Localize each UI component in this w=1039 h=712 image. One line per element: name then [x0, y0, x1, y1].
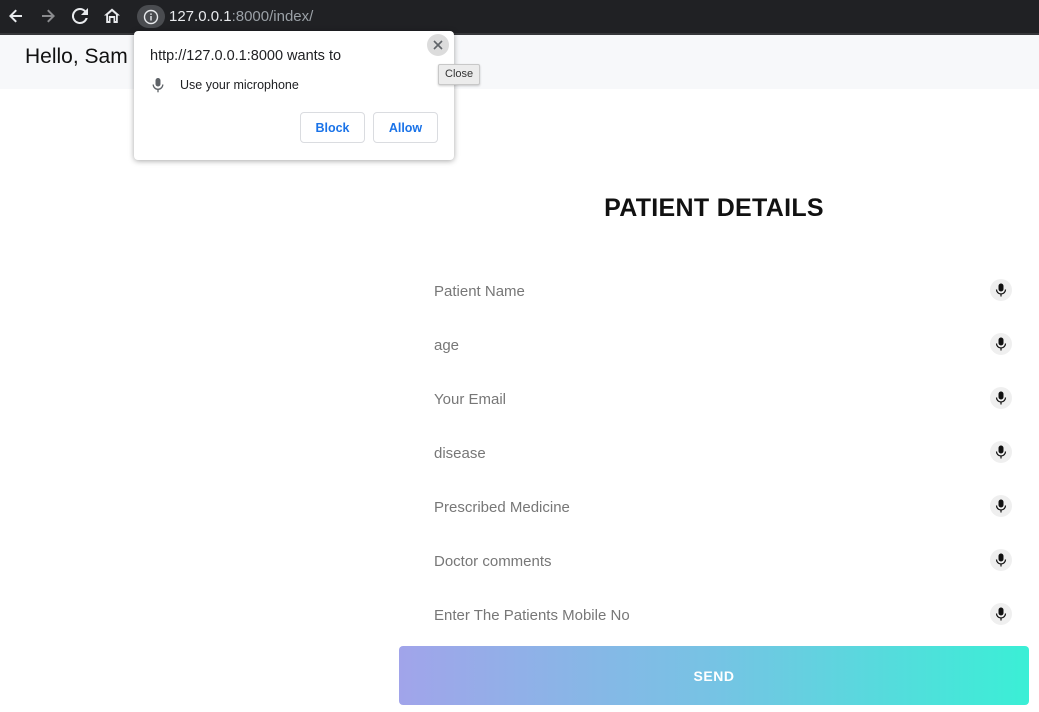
- back-arrow-icon[interactable]: [6, 6, 26, 26]
- close-icon[interactable]: [427, 34, 449, 56]
- permission-text: Use your microphone: [180, 78, 299, 92]
- home-icon[interactable]: [102, 6, 122, 26]
- email-field[interactable]: Your Email: [434, 387, 1014, 445]
- browser-toolbar: 127.0.0.1:8000/index/: [0, 0, 1039, 33]
- prescribed-medicine-placeholder: Prescribed Medicine: [434, 499, 570, 516]
- microphone-icon[interactable]: [990, 333, 1012, 355]
- reload-icon[interactable]: [70, 6, 90, 26]
- allow-button[interactable]: Allow: [373, 112, 438, 143]
- popup-title: http://127.0.0.1:8000 wants to: [150, 48, 342, 64]
- permission-row: Use your microphone: [150, 77, 299, 93]
- send-button-label: SEND: [693, 667, 735, 684]
- url-host: 127.0.0.1: [169, 8, 232, 25]
- prescribed-medicine-field[interactable]: Prescribed Medicine: [434, 495, 1014, 553]
- disease-field[interactable]: disease: [434, 441, 1014, 499]
- age-field[interactable]: age: [434, 333, 1014, 391]
- mobile-number-placeholder: Enter The Patients Mobile No: [434, 607, 630, 624]
- microphone-icon[interactable]: [990, 603, 1012, 625]
- url-path: :8000/index/: [231, 8, 314, 25]
- info-icon[interactable]: [137, 5, 165, 28]
- microphone-icon[interactable]: [990, 441, 1012, 463]
- url-text[interactable]: 127.0.0.1:8000/index/: [169, 8, 313, 25]
- microphone-icon[interactable]: [990, 279, 1012, 301]
- doctor-comments-placeholder: Doctor comments: [434, 553, 552, 570]
- doctor-comments-field[interactable]: Doctor comments: [434, 549, 1014, 607]
- age-placeholder: age: [434, 337, 460, 354]
- forward-arrow-icon[interactable]: [38, 6, 58, 26]
- greeting-text: Hello, Sam: [25, 45, 128, 68]
- mobile-number-field[interactable]: Enter The Patients Mobile No: [434, 603, 1014, 641]
- form-title: PATIENT DETAILS: [604, 194, 824, 222]
- send-button[interactable]: SEND: [399, 646, 1029, 705]
- microphone-icon[interactable]: [990, 387, 1012, 409]
- patient-name-placeholder: Patient Name: [434, 283, 525, 300]
- microphone-icon: [150, 77, 166, 93]
- microphone-icon[interactable]: [990, 495, 1012, 517]
- microphone-icon[interactable]: [990, 549, 1012, 571]
- patient-name-field[interactable]: Patient Name: [434, 279, 1014, 337]
- address-bar[interactable]: 127.0.0.1:8000/index/: [137, 5, 1039, 28]
- block-button[interactable]: Block: [300, 112, 365, 143]
- permission-popup: http://127.0.0.1:8000 wants to Use your …: [134, 31, 454, 160]
- email-placeholder: Your Email: [434, 391, 506, 408]
- disease-placeholder: disease: [434, 445, 486, 462]
- close-tooltip: Close: [438, 64, 481, 85]
